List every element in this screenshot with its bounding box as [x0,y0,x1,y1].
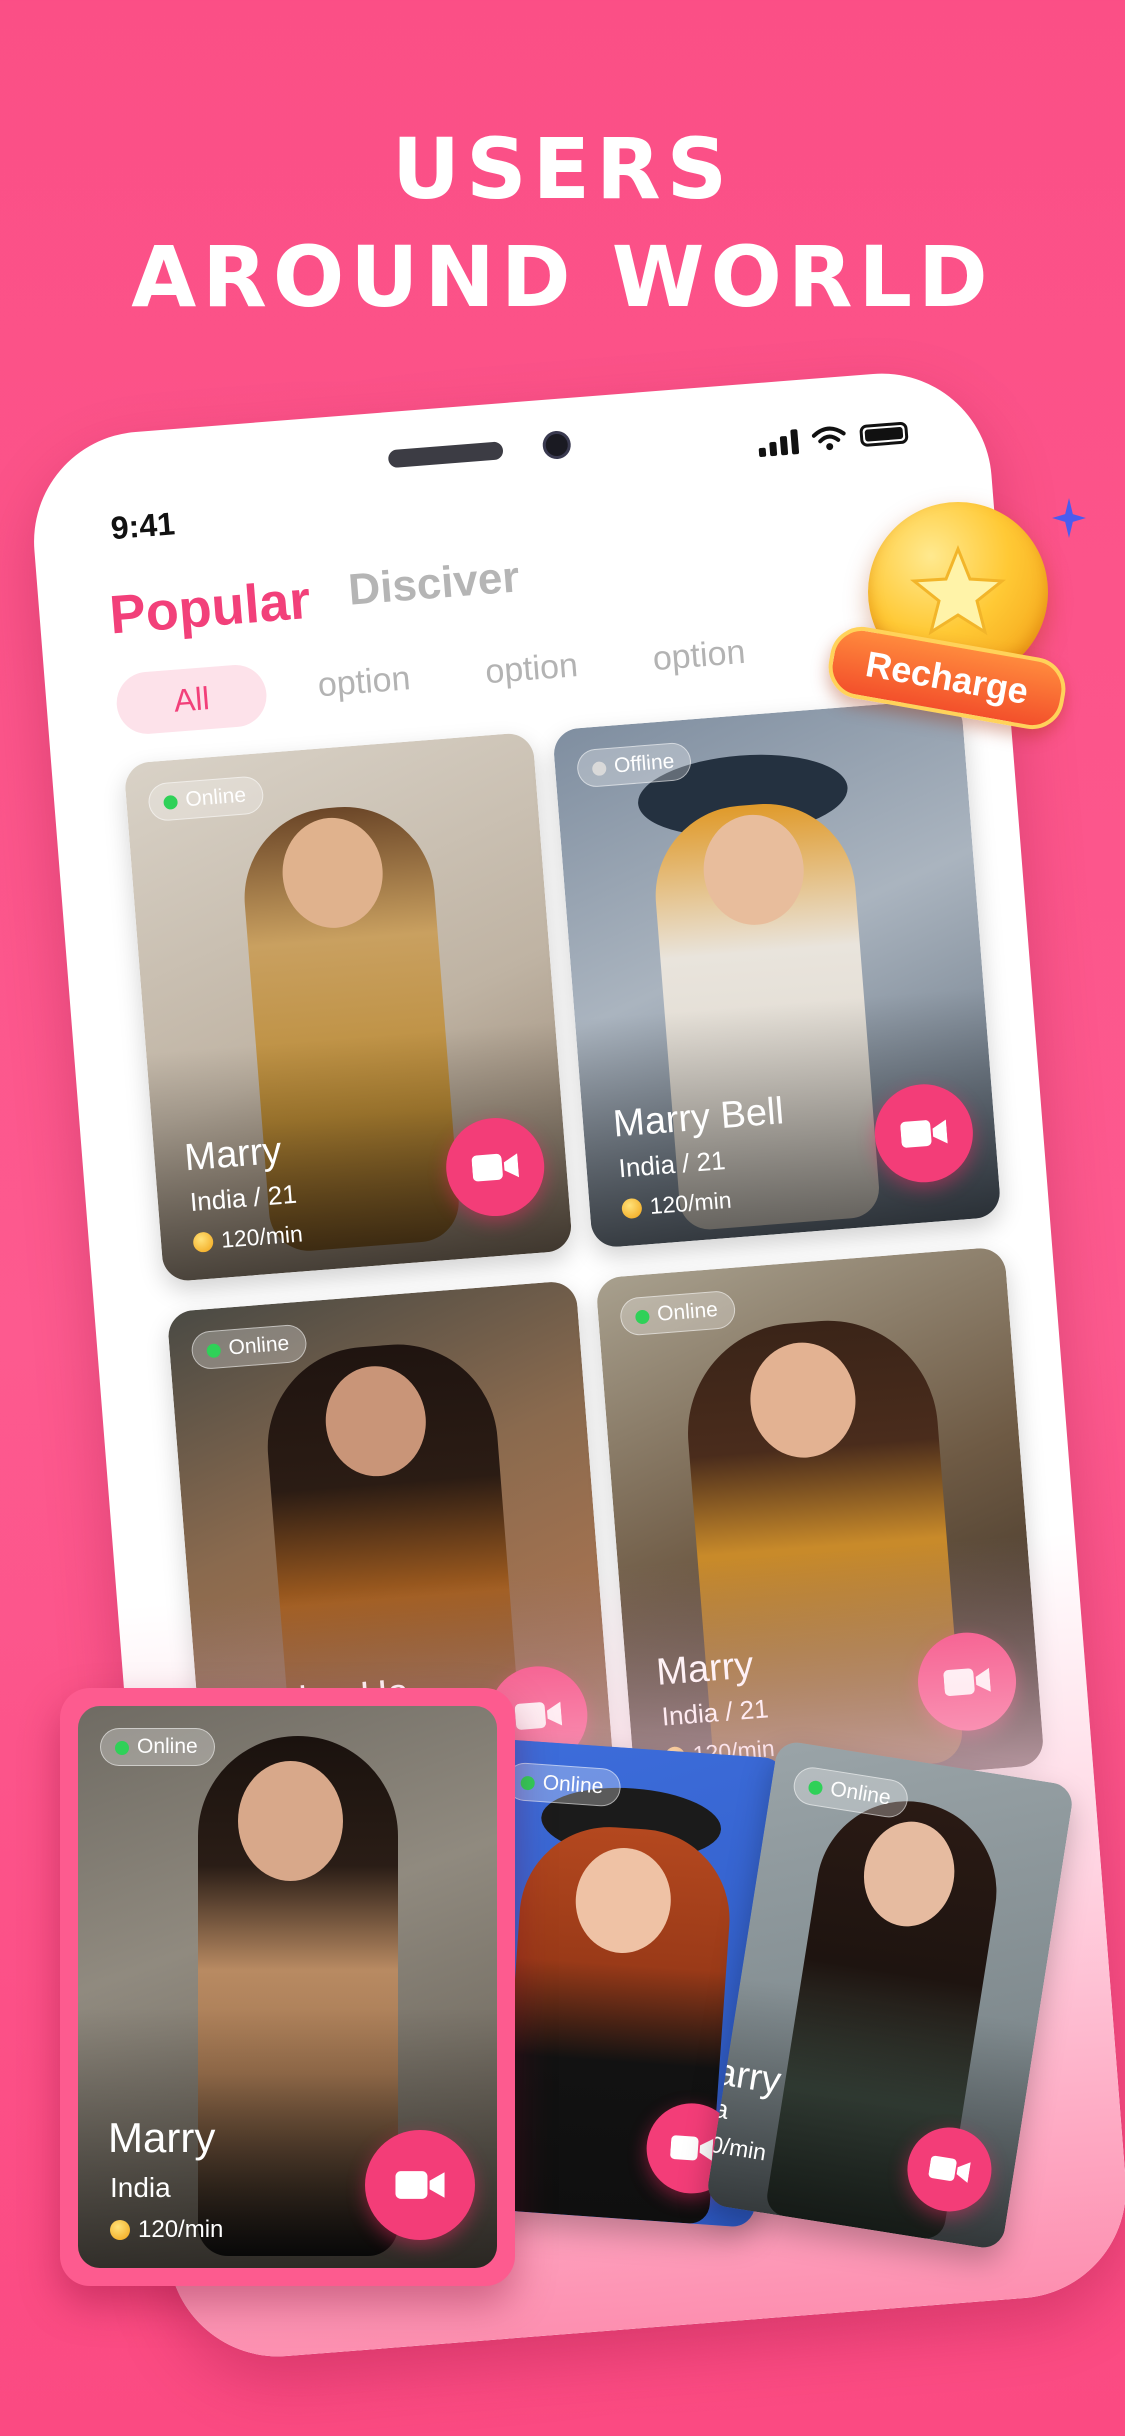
filter-option-2[interactable]: option [484,646,579,692]
profile-location: India [110,2172,171,2203]
video-camera-icon [670,2135,714,2161]
profile-card[interactable]: Online Marry India / 21 120/min [595,1246,1045,1797]
headline-line-2: around world [131,228,994,326]
status-badge: Online [100,1728,215,1766]
tab-popular[interactable]: Popular [107,569,312,647]
profile-name: Marry [182,1129,284,1180]
coin-icon [110,2220,130,2240]
video-camera-icon [471,1153,520,1182]
video-camera-icon [928,2155,971,2183]
battery-icon [859,421,909,448]
video-camera-icon [900,1119,948,1148]
phone-speaker [387,441,504,469]
headline-line-1: Users [391,120,734,218]
video-call-button[interactable] [365,2130,475,2240]
tab-discover[interactable]: Disciver [347,552,522,615]
profile-name: Marry [654,1644,755,1694]
coin-icon [621,1197,643,1219]
filter-all[interactable]: All [114,662,269,737]
signal-icon [757,428,800,458]
video-camera-icon [514,1701,563,1730]
status-badge: Online [504,1761,622,1808]
profile-name: Marry [108,2114,216,2161]
wifi-icon [811,426,846,451]
featured-profile-card[interactable]: Online Marry India 120/min [60,1688,515,2286]
status-time: 9:41 [109,505,177,547]
video-camera-icon [395,2171,445,2199]
recharge-widget[interactable]: Recharge [823,492,1071,752]
profile-card[interactable]: Online Marry India / 21 120/min [123,731,573,1283]
profile-card[interactable]: Offline Marry Bell India / 21 120/min [552,698,1002,1249]
video-camera-icon [943,1667,991,1696]
status-icons [757,419,909,458]
profile-rate: 120/min [110,2216,223,2244]
phone-camera [541,429,572,461]
coin-icon [192,1230,214,1253]
filter-option-3[interactable]: option [651,633,746,679]
filter-option-1[interactable]: option [316,659,411,705]
